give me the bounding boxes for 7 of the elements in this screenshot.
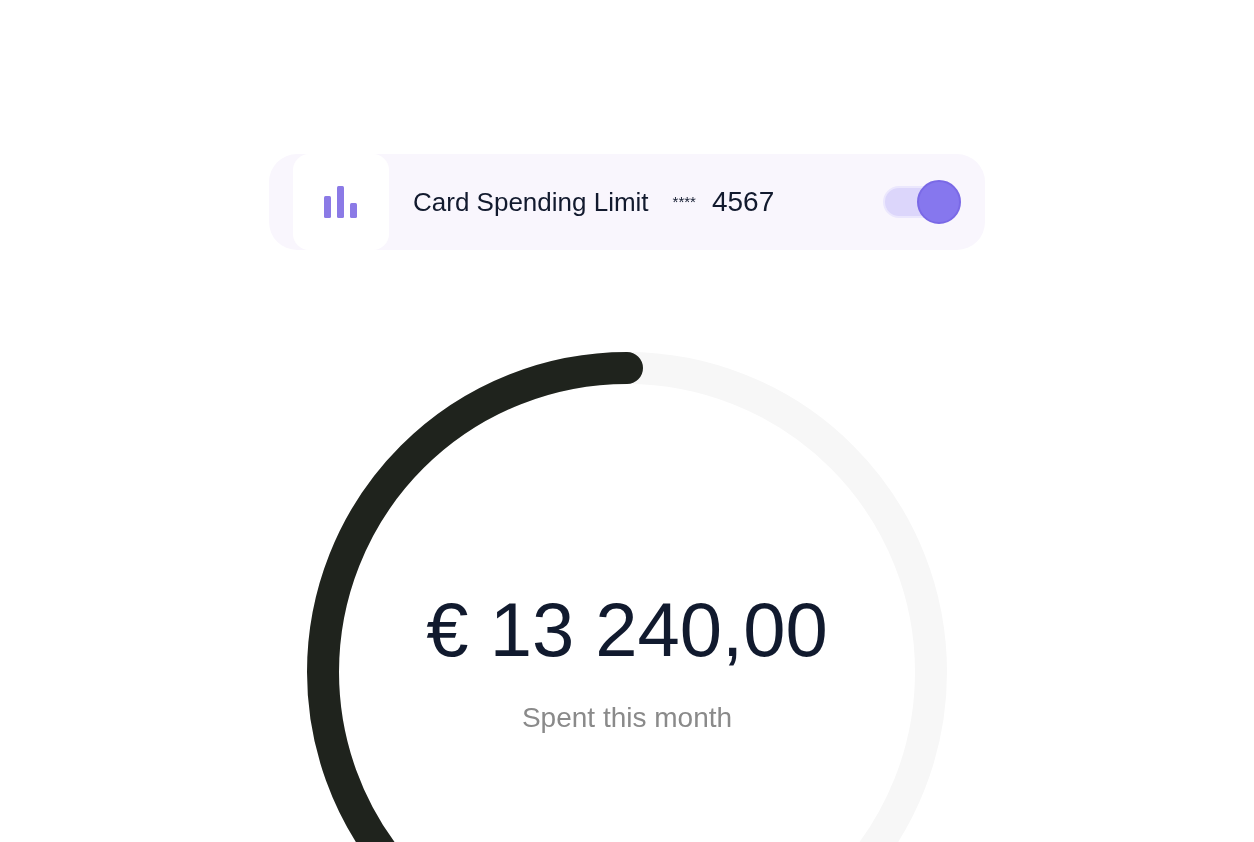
bar-chart-icon [324, 186, 358, 218]
card-mask: **** [672, 191, 696, 212]
toggle-switch[interactable] [883, 180, 961, 224]
card-limit-title: Card Spending Limit [413, 185, 649, 219]
card-number: 4567 [711, 185, 775, 219]
spent-caption: Spent this month [521, 704, 733, 732]
spent-amount: € 13 240,00 [426, 592, 828, 668]
